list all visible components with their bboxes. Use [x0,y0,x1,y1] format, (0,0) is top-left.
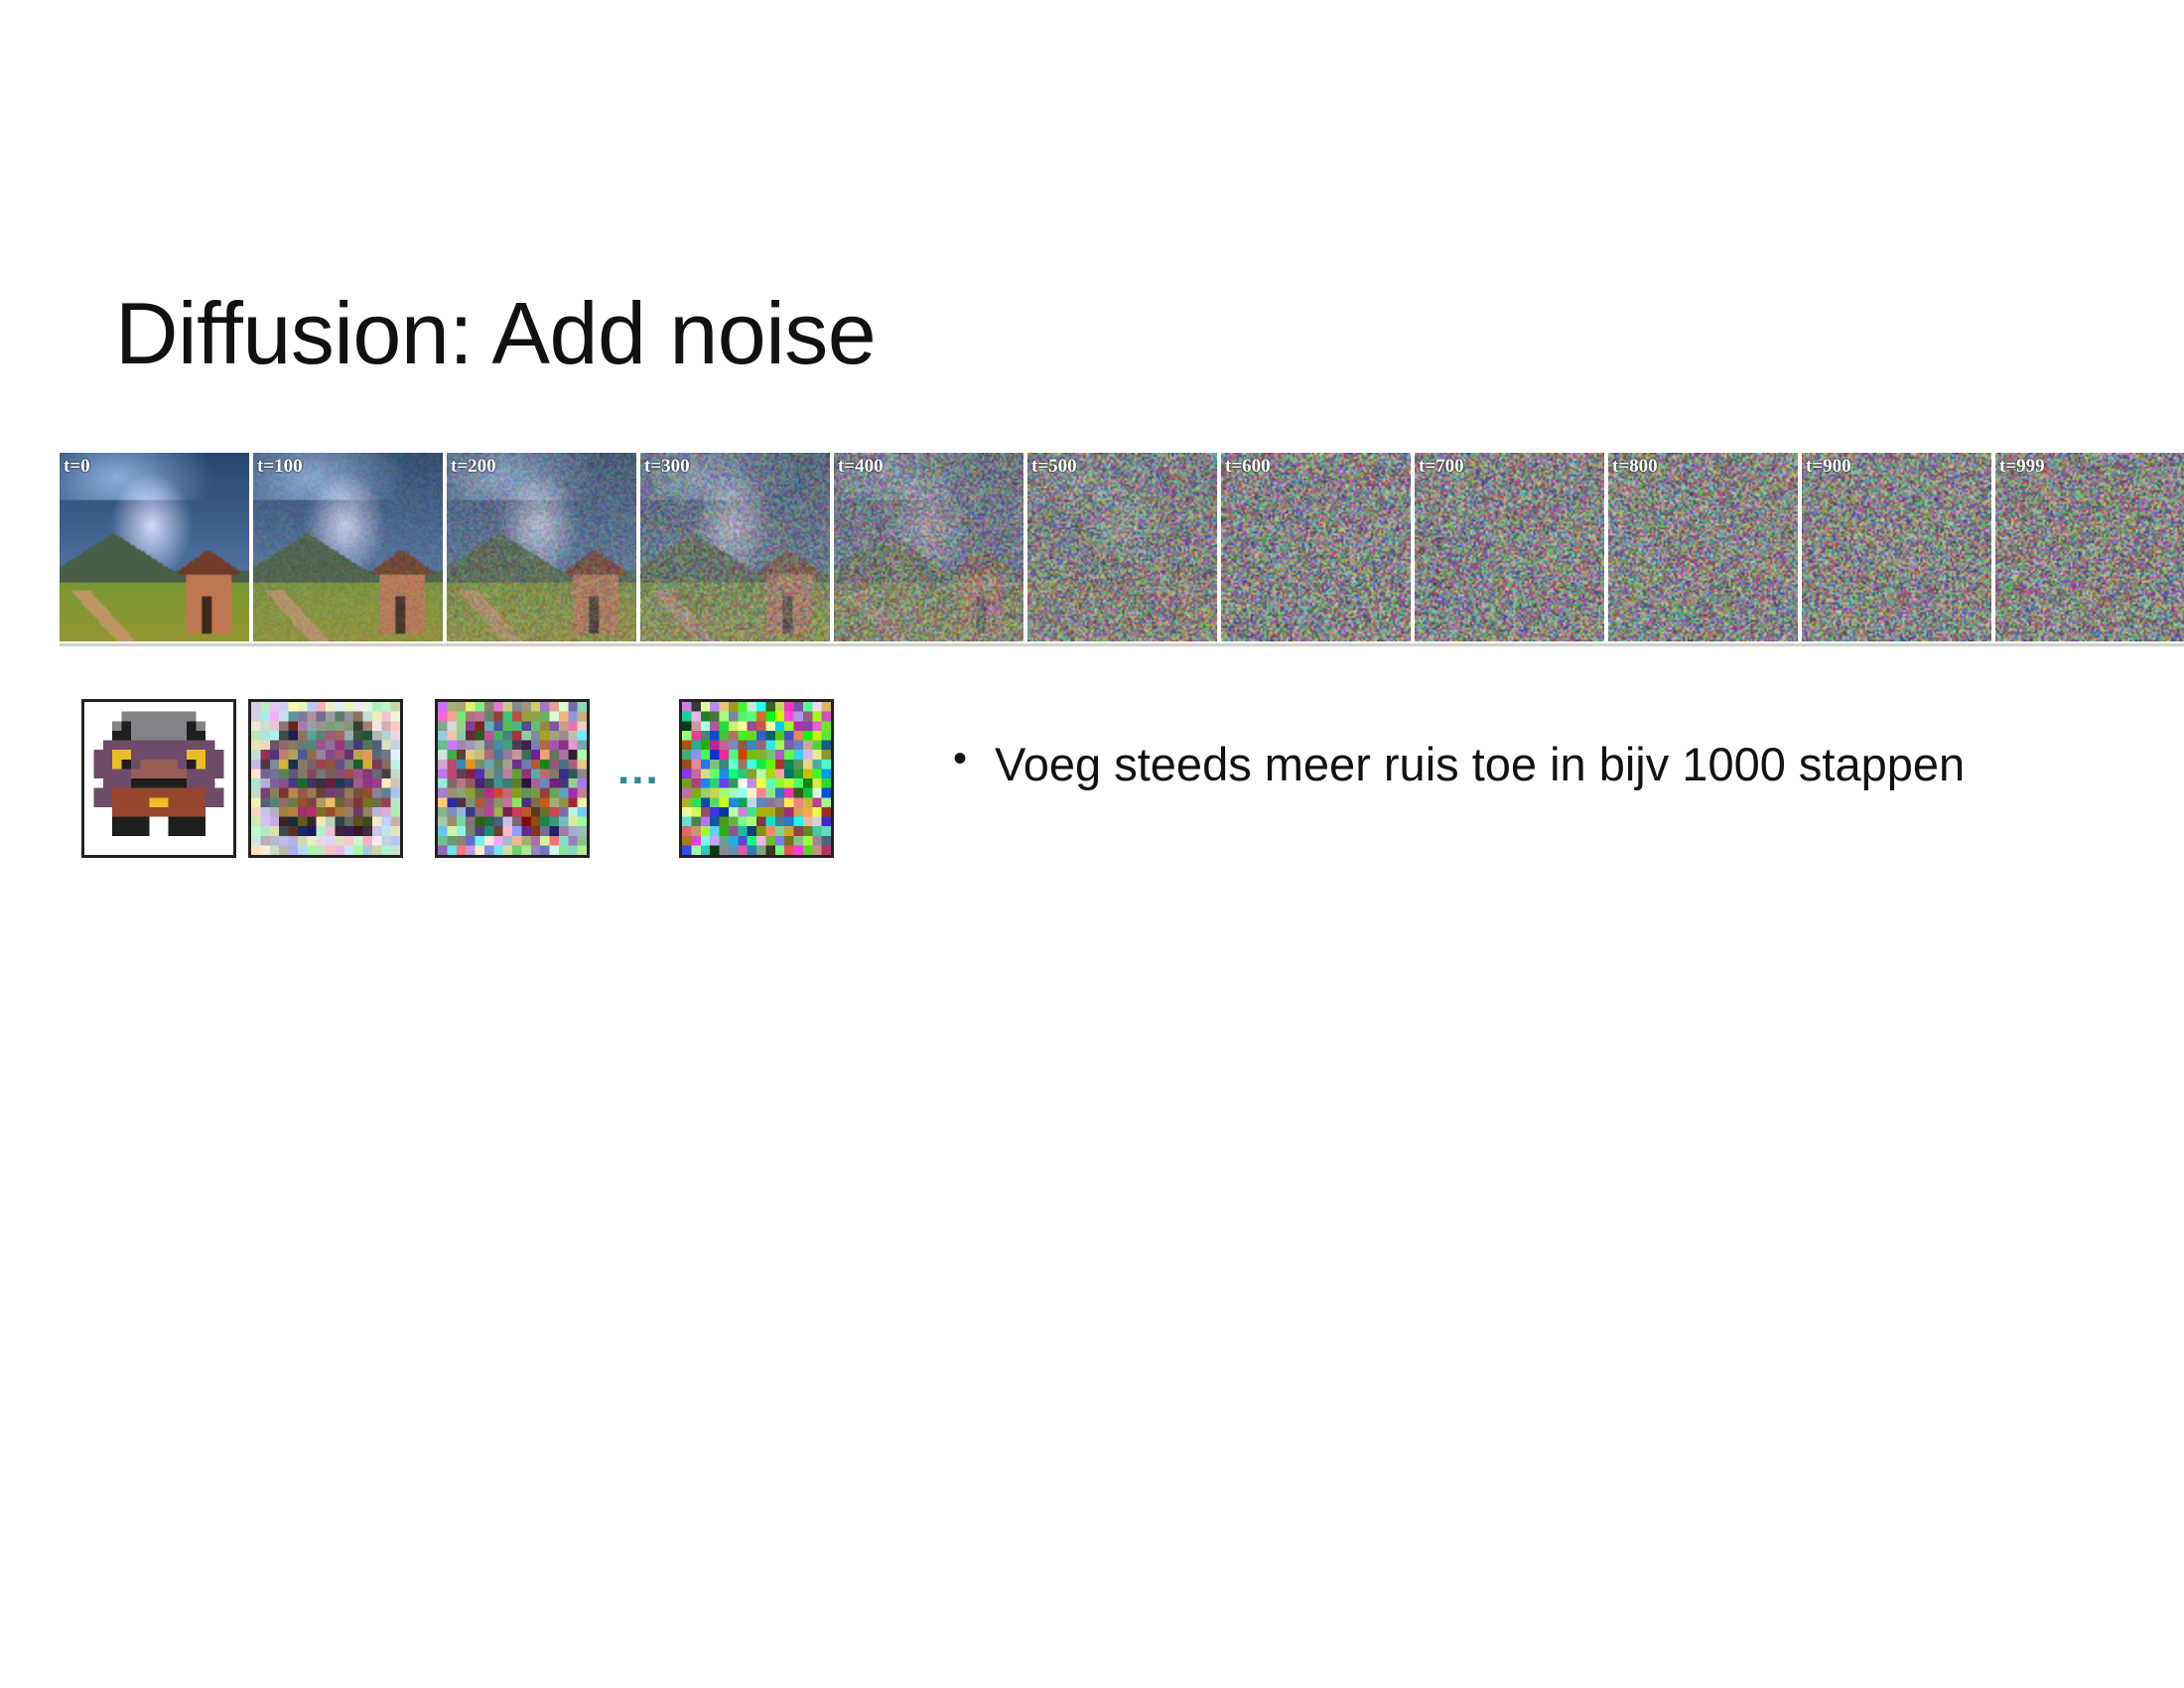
sprite-step-light-noise [248,699,403,858]
noise-frame-t400: t=400 [834,453,1024,641]
noise-progression-strip: t=0 t=100 t=200 t=300 t=400 t=500 t=600 t=700 t=… [60,453,2184,645]
timestep-label: t=500 [1031,456,1077,477]
noise-frame-image [253,453,443,641]
noise-frame-image [1995,453,2184,641]
noise-frame-t800: t=800 [1608,453,1798,641]
noise-frame-t500: t=500 [1027,453,1217,641]
noise-frame-image [1608,453,1798,641]
timestep-label: t=900 [1806,456,1851,477]
noise-frame-t700: t=700 [1415,453,1604,641]
noise-frame-t900: t=900 [1802,453,1991,641]
sprite-step-heavy-noise [435,699,590,858]
noise-frame-t600: t=600 [1221,453,1411,641]
bullet-list: Voeg steeds meer ruis toe in bijv 1000 s… [953,737,1965,791]
bullet-item: Voeg steeds meer ruis toe in bijv 1000 s… [953,737,1965,791]
strip-divider [60,643,2184,646]
noise-frame-image [640,453,830,641]
timestep-label: t=300 [644,456,690,477]
noise-frame-image [447,453,636,641]
noise-frame-image [834,453,1024,641]
noise-frame-image [60,453,249,641]
sprite-step-clean [81,699,236,858]
noise-frame-image [1221,453,1411,641]
timestep-label: t=0 [64,456,90,477]
noise-frame-t300: t=300 [640,453,830,641]
timestep-label: t=400 [838,456,884,477]
noise-frame-t200: t=200 [447,453,636,641]
noise-frame-image [1027,453,1217,641]
sprite-noise-sequence: ... [81,685,846,864]
ellipsis-dots: ... [617,745,660,793]
timestep-label: t=600 [1225,456,1271,477]
timestep-label: t=999 [1999,456,2045,477]
noise-frame-t100: t=100 [253,453,443,641]
sprite-step-pure-noise [679,699,834,858]
slide-title: Diffusion: Add noise [115,284,877,382]
timestep-label: t=200 [451,456,496,477]
noise-frame-image [1802,453,1991,641]
noise-frame-t999: t=999 [1995,453,2184,641]
noise-frame-image [1415,453,1604,641]
timestep-label: t=700 [1419,456,1464,477]
timestep-label: t=100 [257,456,303,477]
noise-frame-t0: t=0 [60,453,249,641]
timestep-label: t=800 [1612,456,1658,477]
